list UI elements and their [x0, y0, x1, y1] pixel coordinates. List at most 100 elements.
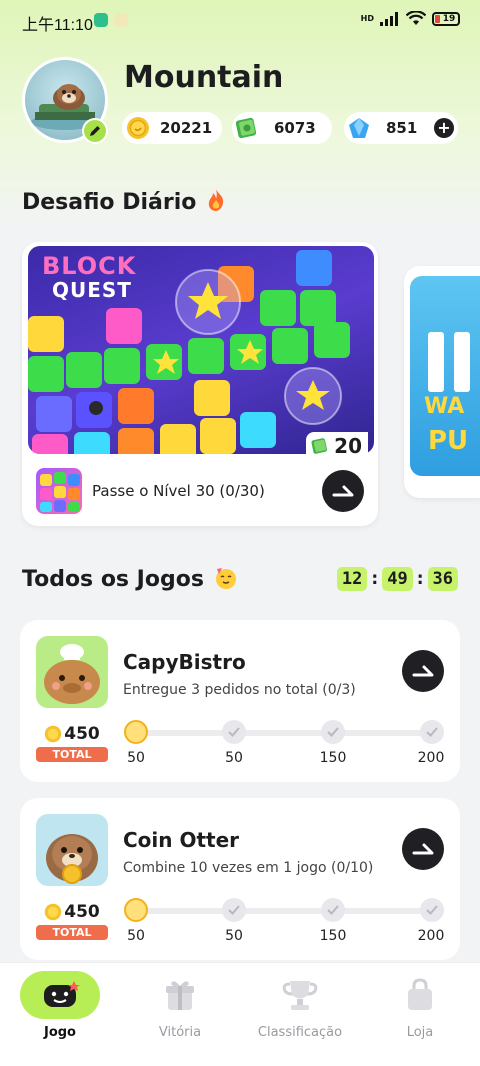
coin-icon [45, 903, 62, 921]
next-challenge-card[interactable]: WA PU [404, 266, 480, 498]
game-card-capybistro[interactable]: CapyBistro Entregue 3 pedidos no total (… [20, 620, 460, 782]
nav-label: Vitória [158, 1025, 202, 1040]
daily-challenge-heading: Desafio Diário [22, 188, 226, 215]
fire-icon [208, 189, 224, 211]
all-games-title: Todos os Jogos [22, 567, 204, 592]
cash-value: 6073 [274, 119, 316, 137]
coins-value: 20221 [160, 119, 213, 137]
coin-otter-play-button[interactable] [402, 828, 444, 870]
milestone-label: 50 [225, 928, 243, 944]
milestone-check-icon [321, 720, 345, 744]
nav-label: Jogo [43, 1025, 76, 1040]
water-puzzle-banner: WA PU [410, 276, 480, 476]
edit-avatar-button[interactable] [82, 118, 108, 144]
daily-play-button[interactable] [322, 470, 364, 512]
otter-icon [46, 834, 98, 884]
cash-balance[interactable]: 6073 [232, 112, 332, 144]
shield-app-icon [94, 13, 108, 27]
nav-tab-jogo[interactable]: Jogo [0, 971, 120, 1040]
coin-otter-thumbnail [36, 814, 108, 886]
game-total-value: 450 [64, 724, 100, 744]
milestone-coin-icon [124, 720, 148, 744]
milestone-coin-icon [124, 898, 148, 922]
capybistro-thumbnail [36, 636, 108, 708]
coins-balance[interactable]: 20221 [122, 112, 222, 144]
all-games-heading: Todos os Jogos [22, 566, 238, 592]
milestone-check-icon [222, 898, 246, 922]
status-bar: 上午11:10 HD 19 [0, 0, 480, 42]
countdown-timer: 12 : 49 : 36 [336, 567, 458, 591]
nav-tab-vitoria[interactable]: Vitória [120, 971, 240, 1040]
status-time: 上午11:10 [22, 17, 93, 34]
game-task: Entregue 3 pedidos no total (0/3) [123, 682, 356, 698]
gem-icon [349, 118, 369, 138]
milestone-label: 50 [127, 928, 145, 944]
party-face-icon [215, 568, 236, 589]
add-gems-button[interactable]: + [434, 118, 454, 138]
game-total-value: 450 [64, 902, 100, 922]
gamepad-icon [20, 971, 100, 1019]
logo-line-2: QUEST [52, 278, 132, 302]
milestone-label: 200 [417, 750, 445, 766]
block-quest-logo: BLOCK QUEST [42, 254, 136, 302]
milestone-check-icon [420, 898, 444, 922]
milestone-label: 150 [319, 928, 347, 944]
daily-challenge-title: Desafio Diário [22, 190, 197, 215]
milestone-label: 150 [319, 750, 347, 766]
daily-challenge-card[interactable]: BLOCK QUEST 20 Passe o Nível 30 (0/30) [22, 242, 378, 526]
game-total-reward: 450 TOTAL [36, 724, 108, 762]
timer-seconds: 36 [427, 567, 458, 591]
milestone-check-icon [321, 898, 345, 922]
block-quest-banner: BLOCK QUEST [28, 246, 374, 454]
nav-label: Loja [406, 1025, 434, 1040]
game-total-reward: 450 TOTAL [36, 902, 108, 940]
play-arrow-icon [412, 665, 434, 677]
milestone-check-icon [420, 720, 444, 744]
milestone-check-icon [222, 720, 246, 744]
daily-reward: 20 [306, 432, 368, 460]
coin-icon [45, 725, 62, 743]
gift-icon [140, 971, 220, 1019]
capybara-icon [44, 644, 100, 704]
play-arrow-icon [332, 485, 354, 497]
nav-tab-classificacao[interactable]: Classificação [240, 971, 360, 1040]
game-name: Coin Otter [123, 828, 240, 852]
signal-icon [380, 11, 398, 26]
capybistro-play-button[interactable] [402, 650, 444, 692]
nav-tab-loja[interactable]: Loja [360, 971, 480, 1040]
timer-minutes: 49 [382, 567, 413, 591]
milestone-label: 50 [225, 750, 243, 766]
battery-icon: 19 [432, 11, 460, 26]
notification-app-icon [114, 13, 128, 27]
cash-icon [311, 438, 328, 454]
network-type-label: HD [360, 13, 374, 23]
play-arrow-icon [412, 843, 434, 855]
total-tag: TOTAL [36, 747, 108, 762]
cash-icon [235, 117, 257, 139]
milestone-label: 200 [417, 928, 445, 944]
block-quest-app-icon [40, 472, 80, 512]
logo-line-1: BLOCK [42, 252, 137, 280]
daily-reward-value: 20 [334, 434, 362, 458]
nav-label: Classificação [257, 1025, 343, 1040]
timer-hours: 12 [336, 567, 368, 591]
trophy-icon [260, 971, 340, 1019]
progress-track [136, 730, 432, 736]
game-name: CapyBistro [123, 650, 246, 674]
progress-track [136, 908, 432, 914]
peek-logo-line-2: PU [428, 426, 469, 456]
coin-icon [127, 117, 149, 139]
game-task: Combine 10 vezes em 1 jogo (0/10) [123, 860, 374, 876]
milestone-label: 50 [127, 750, 145, 766]
bottom-navigation: Jogo Vitória Classificação Loja [0, 962, 480, 1066]
total-tag: TOTAL [36, 925, 108, 940]
pencil-icon [90, 126, 100, 136]
block-quest-thumbnail [36, 468, 82, 514]
peek-logo-line-1: WA [424, 394, 465, 419]
gems-value: 851 [386, 119, 418, 137]
shop-bag-icon [380, 971, 460, 1019]
gems-balance[interactable]: 851 + [344, 112, 458, 144]
username: Mountain [124, 60, 284, 95]
game-card-coin-otter[interactable]: Coin Otter Combine 10 vezes em 1 jogo (0… [20, 798, 460, 960]
wifi-icon [406, 11, 426, 25]
